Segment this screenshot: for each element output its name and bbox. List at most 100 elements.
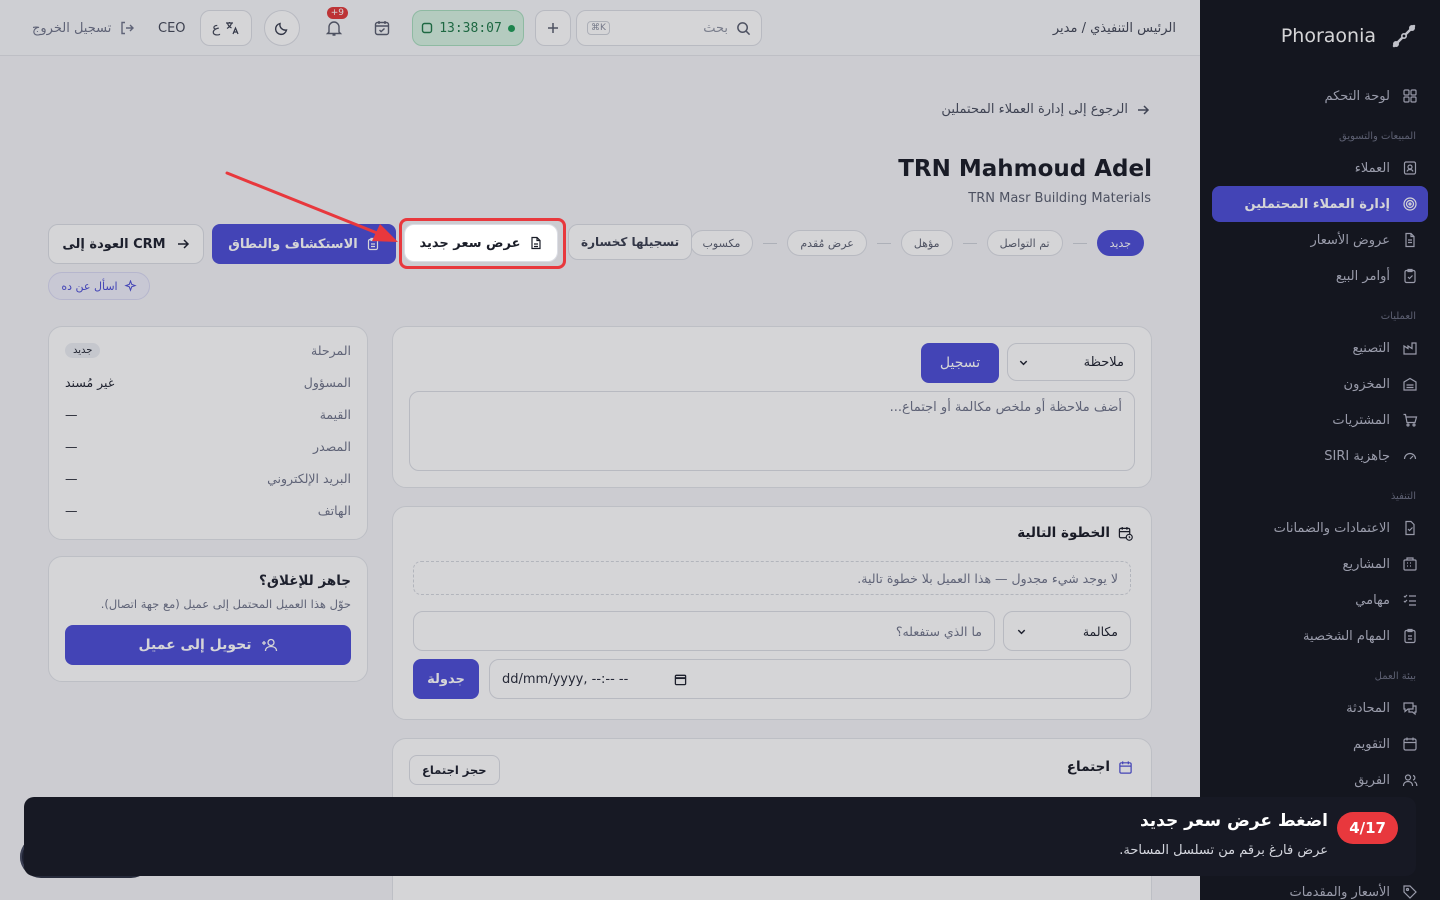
sidebar-item[interactable]: عروض الأسعار	[1212, 222, 1428, 258]
sidebar-item-label: لوحة التحكم	[1324, 88, 1390, 104]
sidebar-item[interactable]: المخزون	[1212, 366, 1428, 402]
search-input[interactable]: بحث K⌘	[576, 10, 762, 46]
user-label[interactable]: CEO	[158, 10, 186, 46]
sidebar-item[interactable]: المحادثة	[1212, 690, 1428, 726]
theme-toggle[interactable]	[264, 10, 300, 46]
session-clock[interactable]: 13:38:07	[412, 10, 524, 46]
sidebar-item[interactable]: التصنيع	[1212, 330, 1428, 366]
add-button[interactable]	[535, 10, 571, 46]
sidebar-item[interactable]: المهام الشخصية	[1212, 618, 1428, 654]
lead-company: TRN Masr Building Materials	[968, 191, 1151, 206]
discovery-scope-button[interactable]: الاستكشاف والنطاق	[212, 224, 396, 264]
sidebar-item[interactable]: الفريق	[1212, 762, 1428, 798]
convert-to-customer-label: تحويل إلى عميل	[138, 637, 252, 653]
clock-time: 13:38:07	[439, 20, 502, 36]
moon-icon	[274, 22, 288, 36]
sidebar-item-label: المخزون	[1343, 376, 1390, 392]
stage-connector	[962, 242, 977, 244]
next-step-what-input[interactable]: ما الذي ستفعله؟	[413, 611, 995, 651]
schedule-button[interactable]: جدولة	[413, 659, 479, 699]
back-to-crm-label: العودة إلى CRM	[62, 236, 166, 252]
clock-live-dot	[507, 24, 515, 32]
logout-button[interactable]: تسجيل الخروج	[32, 10, 135, 46]
role-label: الرئيس التنفيذي / مدير	[1052, 20, 1176, 36]
sidebar-item-label: التصنيع	[1352, 340, 1390, 356]
info-value: —	[65, 503, 78, 518]
stage-pill[interactable]: عرض مُقدم	[787, 230, 867, 256]
ready-to-close-desc: حوّل هذا العميل المحتمل إلى عميل (مع جهة…	[100, 597, 351, 611]
next-step-date-input[interactable]: dd/mm/yyyy, --:-- --	[489, 659, 1131, 699]
lead-info-card: المرحلة جديد المسؤول غير مُسند القيمة — المصدر…	[48, 326, 368, 540]
language-toggle[interactable]: ع	[200, 10, 252, 46]
convert-to-customer-button[interactable]: تحويل إلى عميل	[65, 625, 351, 665]
back-to-leads-link[interactable]: الرجوع إلى إدارة العملاء المحتملين	[941, 102, 1150, 117]
ready-to-close-title: جاهز للإغلاق؟	[259, 573, 351, 589]
team-icon	[1402, 774, 1418, 787]
sidebar-item[interactable]: جاهزية SIRI	[1212, 438, 1428, 474]
calendar-button[interactable]	[364, 10, 400, 46]
sidebar-item[interactable]: إدارة العملاء المحتملين	[1212, 186, 1428, 222]
search-placeholder: بحث	[703, 20, 728, 36]
sidebar-item[interactable]: التقويم	[1212, 726, 1428, 762]
sidebar-item-label: الفريق	[1354, 772, 1390, 788]
sidebar-item[interactable]: مهامي	[1212, 582, 1428, 618]
file-check-icon	[1405, 520, 1415, 536]
tag-icon	[1403, 885, 1417, 899]
stage-pill[interactable]: مؤهل	[900, 230, 953, 256]
info-value: —	[65, 439, 78, 454]
chevron-down-icon	[1019, 360, 1028, 365]
brand[interactable]: Phoraonia	[1281, 22, 1418, 50]
tour-title: اضغط عرض سعر جديد	[1139, 811, 1328, 831]
factory-icon	[1403, 342, 1417, 355]
sidebar-item[interactable]: أوامر البيع	[1212, 258, 1428, 294]
chat-icon	[1403, 702, 1417, 716]
discovery-scope-label: الاستكشاف والنطاق	[228, 236, 358, 252]
info-row: المرحلة جديد	[65, 343, 351, 358]
clipboard-icon	[367, 237, 378, 251]
calendar-clock-icon	[1118, 526, 1133, 541]
sidebar-item-label: أوامر البيع	[1335, 268, 1390, 284]
note-textarea[interactable]: أضف ملاحظة أو ملخص مكالمة أو اجتماع...	[409, 391, 1135, 471]
sidebar-item-label: المهام الشخصية	[1303, 628, 1390, 644]
warehouse-icon	[1403, 377, 1417, 391]
next-step-empty: لا يوجد شيء مجدول — هذا العميل بلا خطوة …	[413, 561, 1131, 595]
stage-pipeline: جديد تم التواصل مؤهل عرض مُقدم مكسوب	[689, 230, 1144, 256]
sidebar-item-label: العملاء	[1354, 160, 1390, 176]
sidebar-item[interactable]: الأسعار والمقدمات	[1212, 874, 1428, 900]
new-quote-button[interactable]: عرض سعر جديد	[404, 224, 558, 262]
checklist-icon	[1403, 594, 1416, 606]
ask-ai-button[interactable]: اسأل عن ده	[48, 272, 150, 300]
info-key: المصدر	[313, 439, 351, 454]
sidebar-item[interactable]: المشاريع	[1212, 546, 1428, 582]
brand-logo-icon	[1392, 24, 1416, 48]
stage-pill[interactable]: تم التواصل	[986, 230, 1063, 256]
info-row: الهاتف —	[65, 503, 351, 518]
info-value: جديد	[65, 343, 101, 358]
next-step-type-select[interactable]: مكالمة	[1003, 611, 1131, 651]
book-meeting-button[interactable]: حجز اجتماع	[409, 755, 500, 785]
translate-icon	[226, 22, 239, 35]
sidebar-item[interactable]: المشتريات	[1212, 402, 1428, 438]
cart-icon	[1403, 413, 1418, 427]
mark-lost-button[interactable]: تسجيلها كخسارة	[568, 224, 693, 260]
log-activity-button[interactable]: تسجيل	[921, 343, 999, 383]
brand-name: Phoraonia	[1280, 25, 1376, 47]
sidebar-item[interactable]: الاعتمادات والضمانات	[1212, 510, 1428, 546]
sidebar-item[interactable]: العملاء	[1212, 150, 1428, 186]
sidebar-item[interactable]: لوحة التحكم	[1212, 78, 1428, 114]
ready-to-close-card: جاهز للإغلاق؟ حوّل هذا العميل المحتمل إل…	[48, 556, 368, 682]
sidebar-section-label: التنفيذ	[1390, 491, 1416, 502]
sidebar-item-label: الأسعار والمقدمات	[1289, 884, 1391, 900]
info-key: القيمة	[319, 407, 351, 422]
stage-connector	[1072, 242, 1087, 244]
sidebar-item-label: إدارة العملاء المحتملين	[1244, 196, 1390, 212]
activity-type-select[interactable]: ملاحظة	[1007, 343, 1135, 381]
back-to-crm-button[interactable]: العودة إلى CRM	[48, 224, 204, 264]
bell-icon	[325, 21, 343, 36]
stage-pill[interactable]: جديد	[1096, 230, 1144, 256]
notifications-button[interactable]: +9	[316, 7, 352, 46]
logout-icon	[121, 21, 135, 35]
stage-pill[interactable]: مكسوب	[689, 230, 754, 256]
info-row: المصدر —	[65, 439, 351, 454]
clipboard-icon	[1404, 628, 1416, 644]
